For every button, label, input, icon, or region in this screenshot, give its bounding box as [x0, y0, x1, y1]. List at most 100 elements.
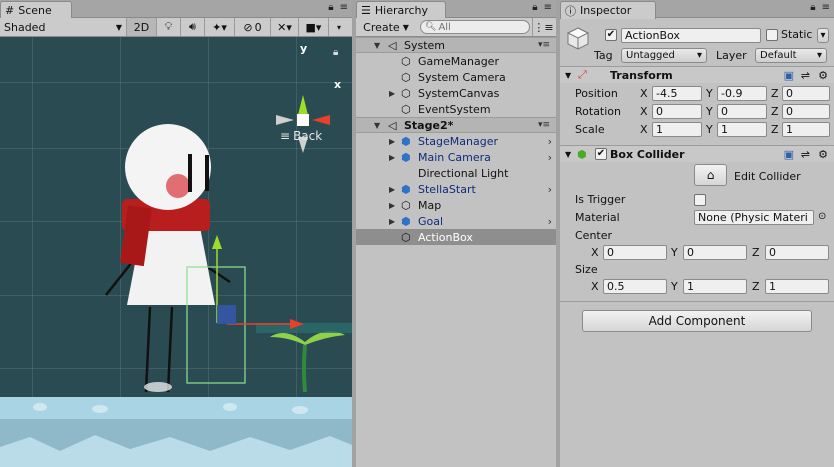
expand-arrow-icon[interactable]: ▶ — [389, 137, 395, 146]
scene-row-system[interactable]: ▼ ◁ System ▾≡ — [356, 37, 556, 53]
hierarchy-item-systemcanvas[interactable]: ▶ ⬡ SystemCanvas — [356, 85, 556, 101]
chevron-right-icon[interactable]: › — [548, 215, 552, 228]
position-z-field[interactable]: 0 — [782, 86, 830, 101]
shading-mode-dropdown[interactable]: Shaded ▼ — [0, 18, 127, 36]
static-dropdown[interactable]: ▾ — [817, 28, 829, 43]
position-y-field[interactable]: -0.9 — [717, 86, 767, 101]
axis-x-label: X — [591, 245, 599, 259]
hierarchy-item-gamemanager[interactable]: ⬡ GameManager — [356, 53, 556, 69]
expand-arrow-icon[interactable]: ▼ — [565, 71, 571, 80]
camera-dropdown[interactable]: ■▾ — [299, 18, 329, 36]
layer-value: Default — [760, 50, 797, 61]
expand-arrow-icon[interactable]: ▶ — [389, 201, 395, 210]
hierarchy-item-stellastart[interactable]: ▶ ⬢ StellaStart › — [356, 181, 556, 197]
gizmos-dropdown[interactable]: ▾ — [329, 18, 349, 36]
object-name-field[interactable]: ActionBox — [621, 28, 761, 43]
transform-header[interactable]: ▼ ⤢ Transform ▣ ⇌ ⚙ — [560, 66, 834, 83]
scale-z-field[interactable]: 1 — [782, 122, 830, 137]
gear-icon[interactable]: ⚙ — [818, 69, 828, 82]
hierarchy-toolbar: Create ▼ 🔍︎ ⋮≡ — [356, 18, 556, 37]
tab-inspector[interactable]: ⓘ Inspector — [560, 1, 656, 19]
expand-arrow-icon[interactable]: ▶ — [389, 217, 395, 226]
hierarchy-item-directional-light[interactable]: Directional Light — [356, 165, 556, 181]
size-y-field[interactable]: 1 — [683, 279, 747, 294]
inspector-tabbar: ⓘ Inspector 🔒︎ ≡ — [560, 0, 834, 19]
audio-toggle[interactable]: 🔊︎ — [181, 18, 205, 36]
center-x-field[interactable]: 0 — [603, 245, 667, 260]
gameobject-icon: ⬡ — [401, 86, 411, 100]
create-dropdown[interactable]: Create ▼ — [356, 18, 416, 36]
expand-arrow-icon[interactable]: ▼ — [565, 150, 571, 159]
expand-arrow-icon[interactable]: ▶ — [389, 153, 395, 162]
axis-y-label: Y — [706, 86, 713, 100]
scene-menu-icon[interactable]: ▾≡ — [538, 40, 550, 50]
help-icon[interactable]: ▣ — [784, 69, 794, 82]
rotation-y-field[interactable]: 0 — [717, 104, 767, 119]
edit-collider-button[interactable]: ⌂ — [694, 164, 727, 186]
scale-x-field[interactable]: 1 — [652, 122, 702, 137]
hierarchy-item-stagemanager[interactable]: ▶ ⬢ StageManager › — [356, 133, 556, 149]
gear-icon[interactable]: ⚙ — [818, 148, 828, 161]
box-collider-header[interactable]: ▼ ⬢ ✔ Box Collider ▣ ⇌ ⚙ — [560, 145, 834, 162]
box-collider-enabled-checkbox[interactable]: ✔ — [595, 148, 607, 160]
lock-icon[interactable]: 🔒︎ — [532, 2, 537, 13]
tab-scene[interactable]: # Scene — [0, 1, 72, 19]
expand-arrow-icon[interactable]: ▶ — [389, 185, 395, 194]
tab-menu-icon[interactable]: ≡ — [340, 2, 348, 13]
chevron-right-icon[interactable]: › — [548, 183, 552, 196]
scale-y-field[interactable]: 1 — [717, 122, 767, 137]
rotation-x-field[interactable]: 0 — [652, 104, 702, 119]
layer-label: Layer — [716, 49, 747, 62]
tab-menu-icon[interactable]: ≡ — [544, 2, 552, 13]
hierarchy-filter-button[interactable]: ⋮≡ — [532, 18, 554, 36]
lock-icon[interactable]: 🔒︎ — [328, 2, 333, 13]
camera-icon: ■▾ — [305, 20, 322, 34]
material-field[interactable]: None (Physic Materi — [694, 210, 814, 225]
position-x-field[interactable]: -4.5 — [652, 86, 702, 101]
scene-viewport[interactable]: y x ≡ Back 🔒︎ — [0, 37, 352, 467]
back-projection-toggle[interactable]: ≡ Back — [280, 129, 322, 143]
hierarchy-item-goal[interactable]: ▶ ⬢ Goal › — [356, 213, 556, 229]
search-input[interactable] — [438, 21, 525, 33]
presets-icon[interactable]: ⇌ — [801, 69, 810, 82]
chevron-right-icon[interactable]: › — [548, 135, 552, 148]
effects-dropdown[interactable]: ✦▾ — [205, 18, 235, 36]
center-z-field[interactable]: 0 — [765, 245, 829, 260]
expand-arrow-icon[interactable]: ▶ — [389, 89, 395, 98]
tag-dropdown[interactable]: Untagged ▾ — [621, 48, 707, 63]
add-component-button[interactable]: Add Component — [582, 310, 812, 332]
lock-icon[interactable]: 🔒︎ — [333, 47, 338, 58]
chevron-right-icon[interactable]: › — [548, 151, 552, 164]
scene-row-stage2[interactable]: ▼ ◁ Stage2* ▾≡ — [356, 117, 556, 133]
tab-hierarchy[interactable]: ☰ Hierarchy — [356, 1, 446, 19]
hierarchy-item-actionbox[interactable]: ⬡ ActionBox — [356, 229, 556, 245]
hierarchy-item-map[interactable]: ▶ ⬡ Map — [356, 197, 556, 213]
gizmo-x-label: x — [334, 78, 342, 91]
lighting-toggle[interactable]: 💡︎ — [157, 18, 181, 36]
material-label: Material — [575, 211, 620, 224]
tools-dropdown[interactable]: ✕▾ — [271, 18, 299, 36]
active-checkbox[interactable]: ✔ — [605, 29, 617, 41]
hierarchy-item-main-camera[interactable]: ▶ ⬢ Main Camera › — [356, 149, 556, 165]
presets-icon[interactable]: ⇌ — [801, 148, 810, 161]
object-picker-icon[interactable]: ⊙ — [818, 211, 826, 222]
expand-arrow-icon[interactable]: ▼ — [374, 121, 380, 130]
hierarchy-item-eventsystem[interactable]: ⬡ EventSystem — [356, 101, 556, 117]
scene-menu-icon[interactable]: ▾≡ — [538, 120, 550, 130]
mode-2d-toggle[interactable]: 2D — [127, 18, 157, 36]
expand-arrow-icon[interactable]: ▼ — [374, 41, 380, 50]
lock-icon[interactable]: 🔒︎ — [810, 2, 815, 13]
size-x-field[interactable]: 0.5 — [603, 279, 667, 294]
layer-dropdown[interactable]: Default ▾ — [755, 48, 827, 63]
is-trigger-checkbox[interactable] — [694, 194, 706, 206]
rotation-z-field[interactable]: 0 — [782, 104, 830, 119]
hierarchy-item-system-camera[interactable]: ⬡ System Camera — [356, 69, 556, 85]
hierarchy-search[interactable]: 🔍︎ — [420, 20, 530, 34]
character-eye — [205, 155, 209, 191]
center-y-field[interactable]: 0 — [683, 245, 747, 260]
help-icon[interactable]: ▣ — [784, 148, 794, 161]
tab-menu-icon[interactable]: ≡ — [822, 2, 830, 13]
static-checkbox[interactable] — [766, 29, 778, 41]
hidden-objects-toggle[interactable]: ⊘ 0 — [235, 18, 271, 36]
size-z-field[interactable]: 1 — [765, 279, 829, 294]
